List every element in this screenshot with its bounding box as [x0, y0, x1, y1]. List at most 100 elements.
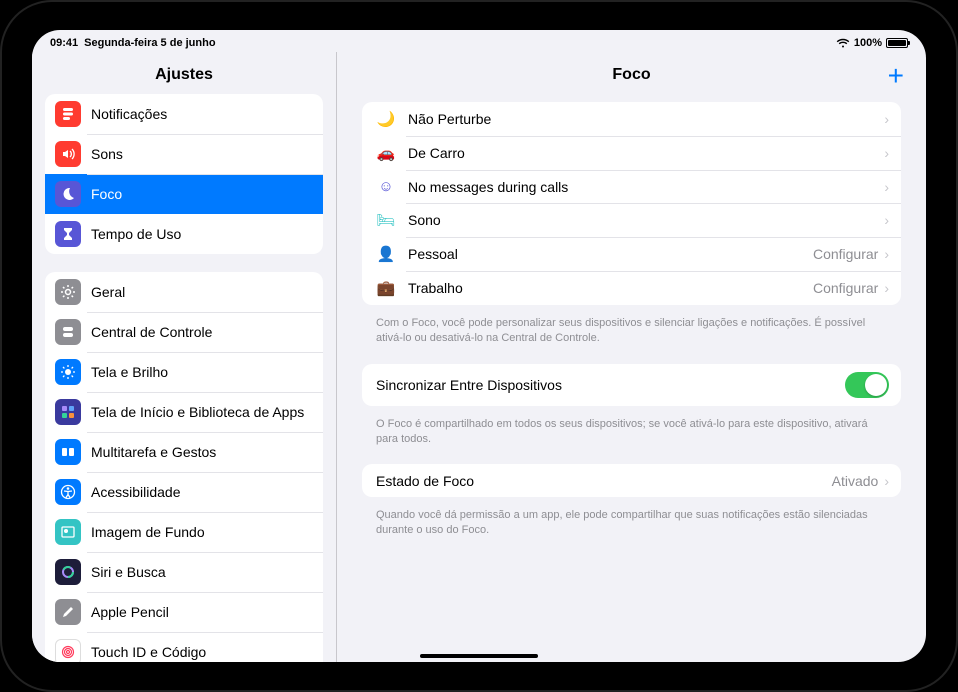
sidebar-group-focus: Notificações Sons Foco Tempo de Uso — [45, 94, 323, 254]
main-header: Foco + — [337, 52, 926, 94]
speaker-icon — [55, 141, 81, 167]
battery-icon — [886, 38, 908, 48]
sidebar-item-acessibilidade[interactable]: Acessibilidade — [45, 472, 323, 512]
sidebar-item-tela-e-brilho[interactable]: Tela e Brilho — [45, 352, 323, 392]
focus-mode-label: Trabalho — [408, 280, 813, 296]
screen: 09:41 Segunda-feira 5 de junho 100% Ajus… — [32, 30, 926, 662]
sidebar-item-central-de-controle[interactable]: Central de Controle — [45, 312, 323, 352]
multitask-icon — [55, 439, 81, 465]
focus-status-label: Estado de Foco — [376, 473, 832, 489]
chevron-right-icon: › — [884, 246, 889, 262]
brightness-icon — [55, 359, 81, 385]
chevron-right-icon: › — [884, 145, 889, 161]
focus-mode-label: No messages during calls — [408, 179, 884, 195]
device-frame: 09:41 Segunda-feira 5 de junho 100% Ajus… — [0, 0, 958, 692]
sidebar-item-label: Geral — [91, 284, 311, 300]
status-footer: Quando você dá permissão a um app, ele p… — [362, 503, 901, 556]
page-title: Foco — [612, 66, 650, 84]
focus-mode-label: Sono — [408, 212, 884, 228]
sidebar-title: Ajustes — [32, 52, 336, 94]
focus-modes-footer: Com o Foco, você pode personalizar seus … — [362, 311, 901, 364]
status-time: 09:41 — [50, 37, 78, 49]
sidebar-item-apple-pencil[interactable]: Apple Pencil — [45, 592, 323, 632]
sidebar-item-label: Acessibilidade — [91, 484, 311, 500]
sidebar-item-multitarefa-e-gestos[interactable]: Multitarefa e Gestos — [45, 432, 323, 472]
main-scroll[interactable]: 🌙Não Perturbe›🚗De Carro›☺No messages dur… — [337, 94, 926, 662]
car-icon: 🚗 — [374, 144, 398, 162]
focus-mode-detail: Configurar — [813, 280, 878, 296]
focus-mode-label: Não Perturbe — [408, 111, 884, 127]
home-indicator — [420, 654, 538, 658]
smile-icon: ☺ — [374, 178, 398, 195]
sync-row[interactable]: Sincronizar Entre Dispositivos — [362, 364, 901, 406]
sidebar-item-siri-e-busca[interactable]: Siri e Busca — [45, 552, 323, 592]
status-bar: 09:41 Segunda-feira 5 de junho 100% — [32, 30, 926, 50]
focus-mode-label: De Carro — [408, 145, 884, 161]
sidebar-item-tempo-de-uso[interactable]: Tempo de Uso — [45, 214, 323, 254]
focus-status-row[interactable]: Estado de Foco Ativado › — [362, 464, 901, 497]
chevron-right-icon: › — [884, 473, 889, 489]
sidebar-item-label: Siri e Busca — [91, 564, 311, 580]
chevron-right-icon: › — [884, 212, 889, 228]
status-date: Segunda-feira 5 de junho — [84, 37, 215, 49]
sidebar-item-label: Apple Pencil — [91, 604, 311, 620]
battery-percent: 100% — [854, 37, 882, 49]
status-group: Estado de Foco Ativado › — [362, 464, 901, 497]
sidebar-item-label: Central de Controle — [91, 324, 311, 340]
focus-mode-row[interactable]: 👤 PessoalConfigurar › — [362, 237, 901, 271]
focus-mode-detail: Configurar — [813, 246, 878, 262]
briefcase-icon: 💼 — [374, 279, 398, 297]
sync-label: Sincronizar Entre Dispositivos — [376, 377, 845, 393]
add-focus-button[interactable]: + — [888, 62, 904, 90]
sidebar-item-label: Notificações — [91, 106, 311, 122]
focus-mode-row[interactable]: ☺No messages during calls› — [362, 170, 901, 203]
accessibility-icon — [55, 479, 81, 505]
sync-group: Sincronizar Entre Dispositivos — [362, 364, 901, 406]
sidebar-item-sons[interactable]: Sons — [45, 134, 323, 174]
grid-icon — [55, 399, 81, 425]
content: Ajustes Notificações Sons Foco Tempo de Uso… — [32, 30, 926, 662]
sidebar-group-general: Geral Central de Controle Tela e Brilho Tel… — [45, 272, 323, 662]
bed-icon: 🛏 — [374, 211, 398, 229]
focus-mode-label: Pessoal — [408, 246, 813, 262]
sidebar-item-label: Tela e Brilho — [91, 364, 311, 380]
person-icon: 👤 — [374, 245, 398, 263]
sidebar-item-label: Touch ID e Código — [91, 644, 311, 660]
focus-modes-group: 🌙Não Perturbe›🚗De Carro›☺No messages dur… — [362, 102, 901, 305]
touchid-icon — [55, 639, 81, 662]
pencil-icon — [55, 599, 81, 625]
moon-icon — [55, 181, 81, 207]
chevron-right-icon: › — [884, 280, 889, 296]
wallpaper-icon — [55, 519, 81, 545]
sidebar-item-label: Multitarefa e Gestos — [91, 444, 311, 460]
sidebar-item-label: Tempo de Uso — [91, 226, 311, 242]
focus-mode-row[interactable]: 💼 TrabalhoConfigurar › — [362, 271, 901, 305]
focus-mode-row[interactable]: 🚗 De Carro› — [362, 136, 901, 170]
bell-icon — [55, 101, 81, 127]
sidebar-item-label: Imagem de Fundo — [91, 524, 311, 540]
sidebar-item-label: Sons — [91, 146, 311, 162]
sidebar-item-imagem-de-fundo[interactable]: Imagem de Fundo — [45, 512, 323, 552]
main-panel: Foco + 🌙Não Perturbe›🚗De Carro›☺No messa… — [337, 52, 926, 662]
hourglass-icon — [55, 221, 81, 247]
gear-icon — [55, 279, 81, 305]
sidebar-item-geral[interactable]: Geral — [45, 272, 323, 312]
siri-icon — [55, 559, 81, 585]
sidebar-item-notifica-es[interactable]: Notificações — [45, 94, 323, 134]
focus-mode-row[interactable]: 🌙 Não Perturbe› — [362, 102, 901, 136]
sidebar-scroll[interactable]: Notificações Sons Foco Tempo de Uso Geral Ce… — [32, 94, 336, 662]
toggles-icon — [55, 319, 81, 345]
settings-sidebar: Ajustes Notificações Sons Foco Tempo de Uso… — [32, 52, 337, 662]
sidebar-item-foco[interactable]: Foco — [45, 174, 323, 214]
sidebar-item-label: Tela de Início e Biblioteca de Apps — [91, 404, 311, 420]
sidebar-item-tela-de-in-cio-e-biblioteca-de-apps[interactable]: Tela de Início e Biblioteca de Apps — [45, 392, 323, 432]
sidebar-item-touch-id-e-c-digo[interactable]: Touch ID e Código — [45, 632, 323, 662]
sync-toggle[interactable] — [845, 372, 889, 398]
focus-status-value: Ativado — [832, 473, 879, 489]
sync-footer: O Foco é compartilhado em todos os seus … — [362, 412, 901, 465]
moon-icon: 🌙 — [374, 110, 398, 128]
sidebar-item-label: Foco — [91, 186, 311, 202]
wifi-icon — [836, 38, 850, 48]
focus-mode-row[interactable]: 🛏 Sono› — [362, 203, 901, 237]
chevron-right-icon: › — [884, 111, 889, 127]
